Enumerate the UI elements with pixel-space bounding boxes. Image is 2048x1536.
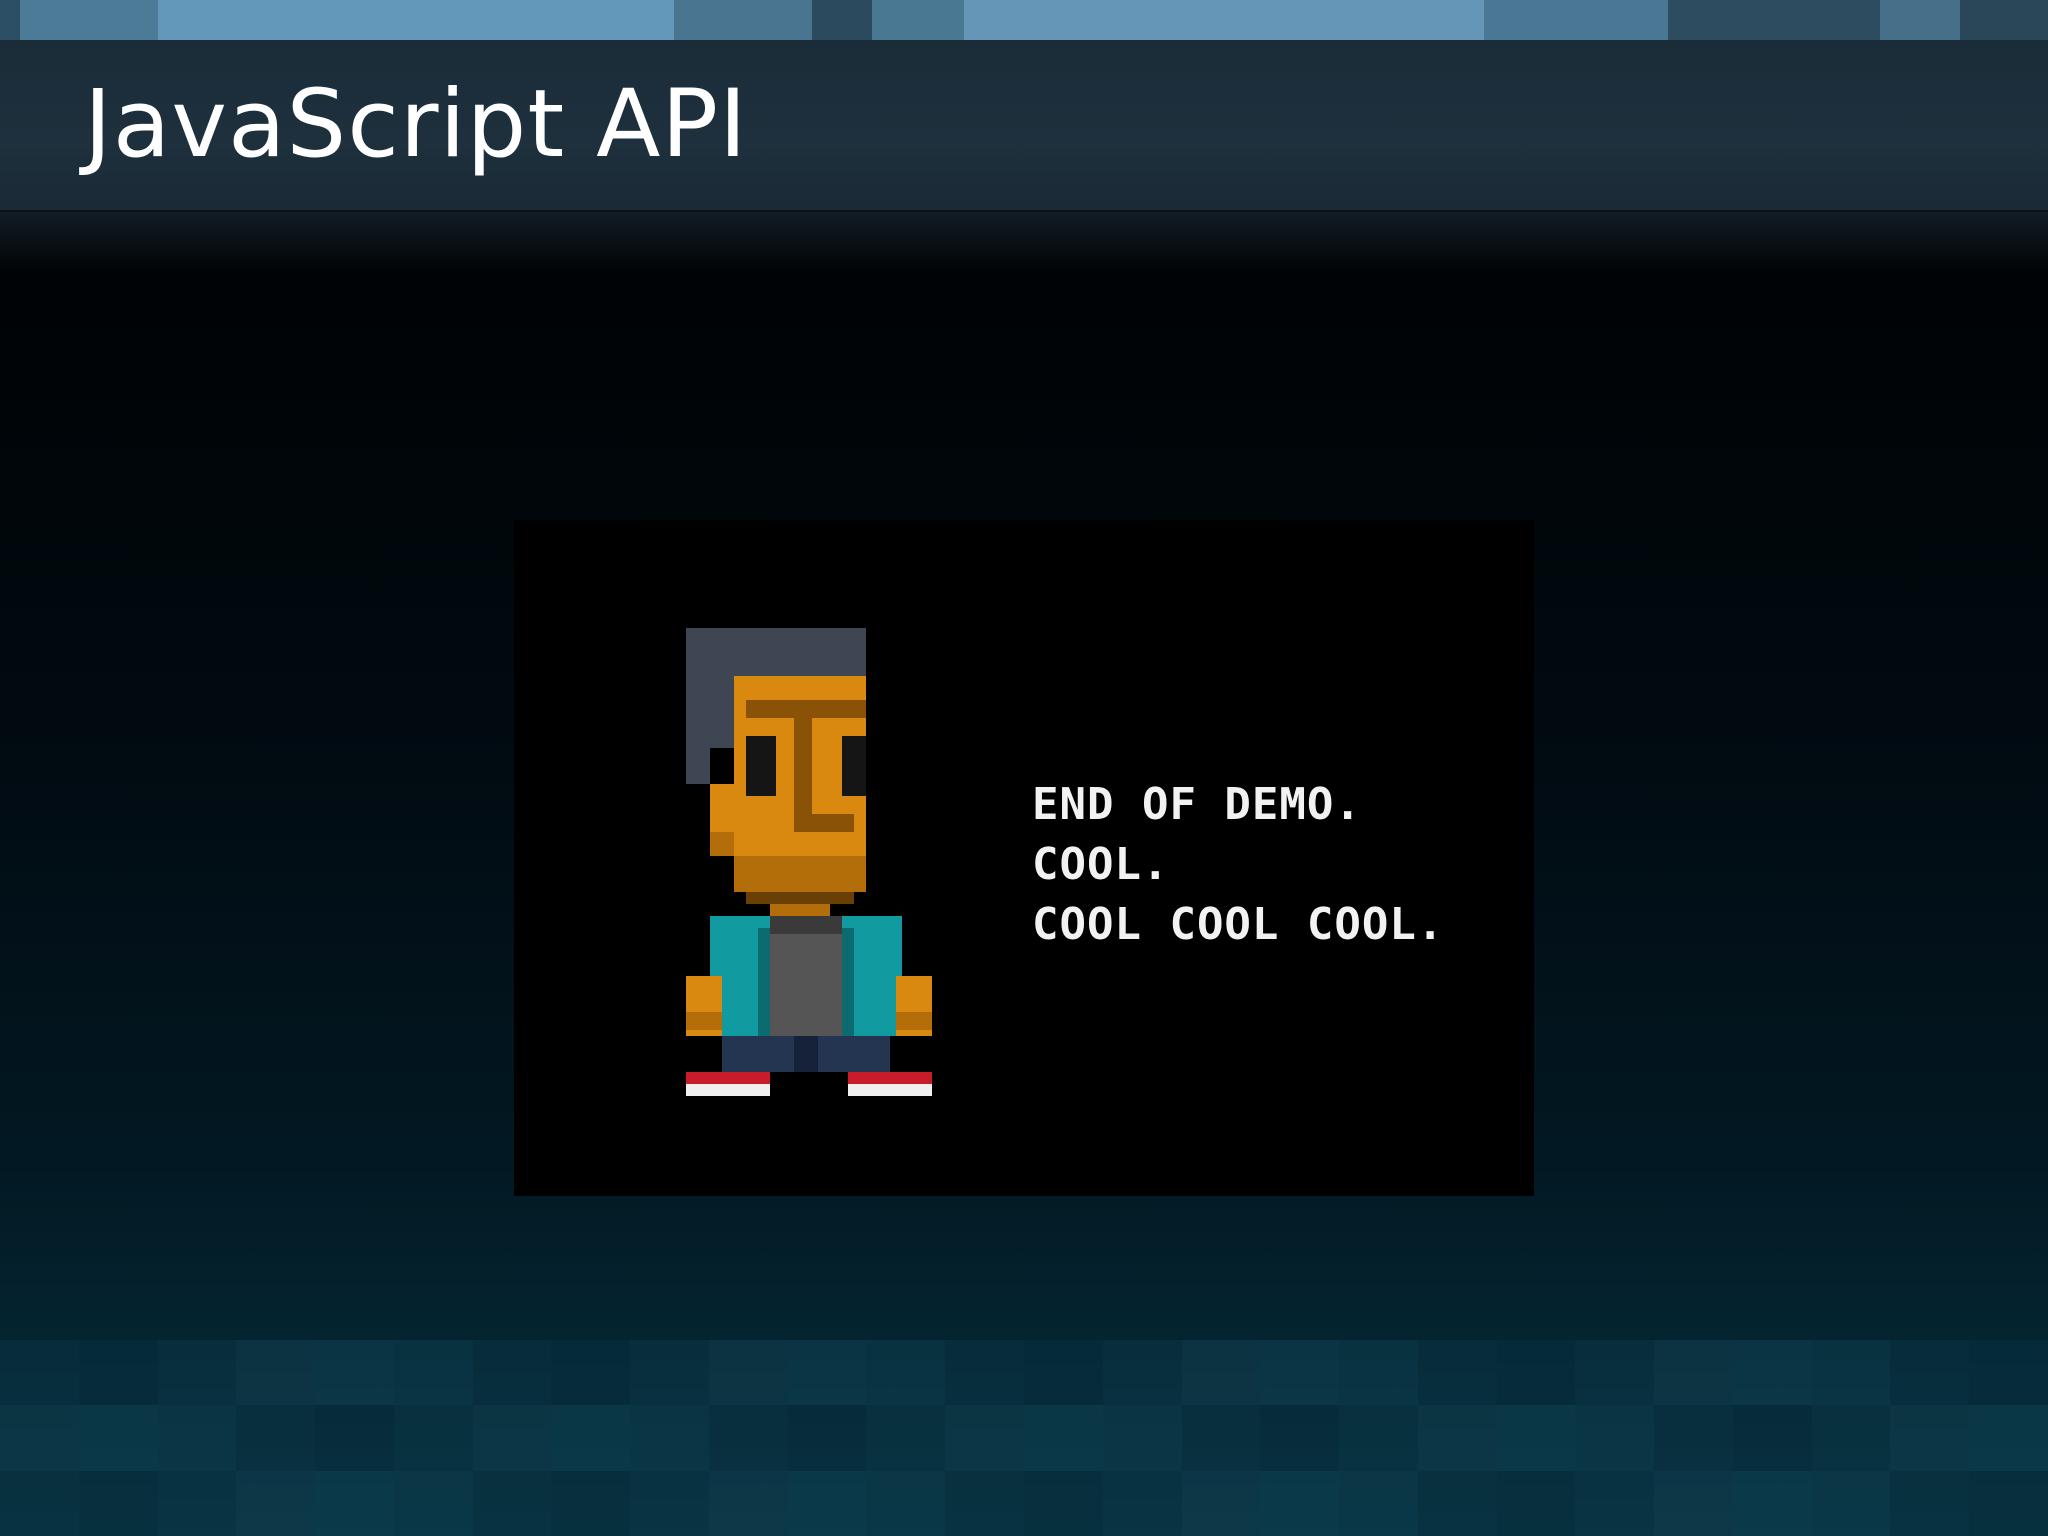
band-tile	[1654, 1470, 1733, 1536]
bottom-pixel-band	[0, 1340, 2048, 1536]
title-bar: JavaScript API	[0, 40, 2048, 212]
band-tile	[630, 1470, 709, 1536]
band-tile	[1575, 1340, 1655, 1406]
band-tile	[78, 1340, 158, 1406]
band-tile	[315, 1470, 394, 1536]
band-tile	[157, 1470, 237, 1536]
demo-video-frame: END OF DEMO. COOL. COOL COOL COOL.	[514, 520, 1534, 1196]
band-tile	[551, 1470, 631, 1536]
band-tile	[708, 1405, 788, 1471]
band-tile	[866, 1470, 946, 1536]
band-tile	[945, 1470, 1024, 1536]
band-tile	[1496, 1340, 1576, 1406]
slide: JavaScript API END OF DEMO. COOL. COOL C…	[0, 0, 2048, 1536]
band-tile	[866, 1405, 946, 1471]
demo-caption-line: COOL.	[1032, 839, 1170, 890]
band-tile	[787, 1470, 867, 1536]
band-tile	[1969, 1470, 2048, 1536]
band-tile	[787, 1405, 867, 1471]
band-tile	[393, 1470, 473, 1536]
band-tile	[866, 1340, 946, 1406]
band-tile	[1339, 1340, 1418, 1406]
band-tile	[708, 1470, 788, 1536]
band-tile	[1496, 1470, 1576, 1536]
band-tile	[945, 1405, 1024, 1471]
band-tile	[1181, 1470, 1261, 1536]
band-tile	[0, 1405, 79, 1471]
band-tile	[472, 1405, 552, 1471]
band-tile	[1575, 1470, 1655, 1536]
band-tile	[1417, 1405, 1497, 1471]
demo-caption-line: END OF DEMO.	[1032, 779, 1362, 830]
band-tile	[393, 1405, 473, 1471]
title-shadow	[0, 212, 2048, 272]
band-tile	[1732, 1405, 1812, 1471]
band-tile	[1417, 1470, 1497, 1536]
band-tile	[1811, 1405, 1891, 1471]
band-tile	[315, 1340, 394, 1406]
band-tile	[236, 1340, 316, 1406]
band-tile	[1339, 1470, 1418, 1536]
band-tile	[1969, 1340, 2048, 1406]
band-tile	[1811, 1470, 1891, 1536]
band-tile	[551, 1405, 631, 1471]
band-tile	[1024, 1405, 1103, 1471]
band-tile	[1496, 1405, 1576, 1471]
band-tile	[315, 1405, 394, 1471]
band-tile	[1181, 1405, 1261, 1471]
band-tile	[236, 1470, 316, 1536]
band-tile	[630, 1340, 709, 1406]
band-tile	[0, 1340, 79, 1406]
band-tile	[1890, 1470, 1970, 1536]
demo-caption: END OF DEMO. COOL. COOL COOL COOL.	[1032, 775, 1444, 955]
pixel-character-sprite	[686, 628, 932, 1096]
band-tile	[157, 1340, 237, 1406]
band-tile	[157, 1405, 237, 1471]
band-tile	[1260, 1340, 1340, 1406]
band-tile	[945, 1340, 1024, 1406]
band-tile	[1890, 1405, 1970, 1471]
band-tile	[1575, 1405, 1655, 1471]
band-tile	[1260, 1405, 1340, 1471]
demo-caption-line: COOL COOL COOL.	[1032, 899, 1445, 950]
band-tile	[78, 1470, 158, 1536]
band-tile	[787, 1340, 867, 1406]
band-tile	[1732, 1340, 1812, 1406]
band-tile	[1024, 1470, 1103, 1536]
band-tile	[236, 1405, 316, 1471]
top-pixel-strip	[0, 0, 2048, 40]
band-tile	[1339, 1405, 1418, 1471]
band-tile	[0, 1470, 79, 1536]
band-tile	[1811, 1340, 1891, 1406]
band-tile	[1260, 1470, 1340, 1536]
band-tile	[472, 1340, 552, 1406]
band-tile	[708, 1340, 788, 1406]
band-tile	[1890, 1340, 1970, 1406]
band-tile	[1102, 1405, 1182, 1471]
band-tile	[78, 1405, 158, 1471]
band-tile	[1102, 1470, 1182, 1536]
band-tile	[1102, 1340, 1182, 1406]
band-tile	[630, 1405, 709, 1471]
band-tile	[1181, 1340, 1261, 1406]
band-tile	[1732, 1470, 1812, 1536]
band-tile	[1969, 1405, 2048, 1471]
band-tile	[1024, 1340, 1103, 1406]
band-tile	[1654, 1340, 1733, 1406]
band-tile	[1654, 1405, 1733, 1471]
slide-title: JavaScript API	[84, 70, 748, 179]
band-tile	[393, 1340, 473, 1406]
band-tile	[472, 1470, 552, 1536]
band-tile	[1417, 1340, 1497, 1406]
band-tile	[551, 1340, 631, 1406]
